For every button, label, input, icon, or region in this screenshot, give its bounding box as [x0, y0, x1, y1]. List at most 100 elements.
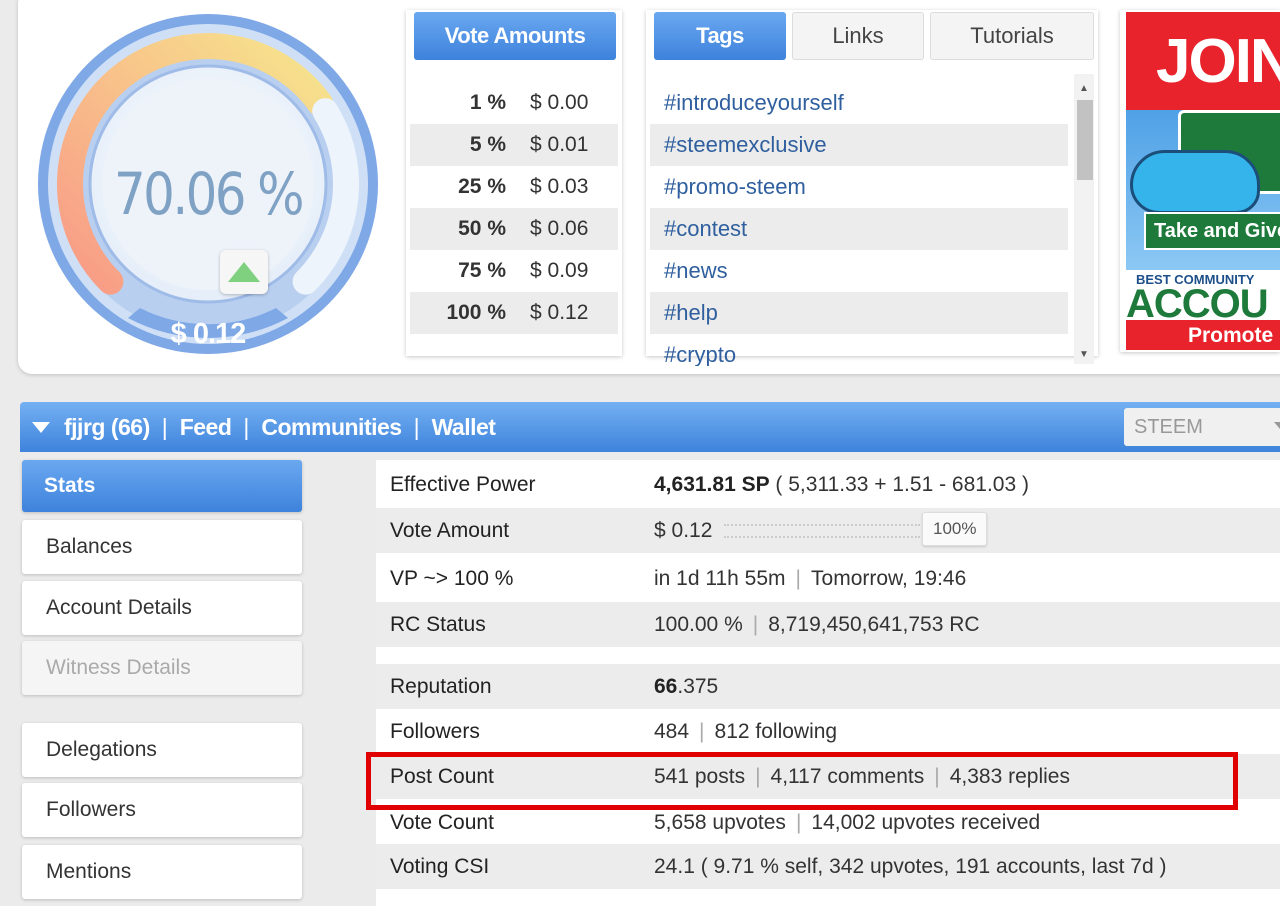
vote-amount-row[interactable]: 100 % $ 0.12	[410, 292, 618, 334]
vote-usd: $ 0.00	[530, 91, 589, 114]
vote-value: $ 0.12	[170, 318, 247, 350]
ad-take-text: Take and Give	[1144, 212, 1280, 250]
upvotes-count: 5,658 upvotes	[654, 810, 786, 834]
stat-label: RC Status	[390, 612, 486, 636]
upvotes-received: 14,002 upvotes received	[811, 810, 1041, 834]
tag-list: #introduceyourself #steemexclusive #prom…	[650, 82, 1068, 366]
sidebar-item-mentions[interactable]: Mentions	[22, 845, 302, 899]
stat-label: Voting CSI	[390, 854, 490, 878]
stat-row-followers: Followers 484 | 812 following	[390, 719, 838, 743]
stat-row-voting-csi: Voting CSI 24.1 ( 9.71 % self, 342 upvot…	[376, 844, 1280, 889]
stat-label: VP ~> 100 %	[390, 566, 514, 590]
rc-amount: 8,719,450,641,753 RC	[768, 612, 980, 636]
vote-usd: $ 0.01	[530, 133, 589, 156]
tab-tags[interactable]: Tags	[654, 12, 786, 60]
vp-recharge-time: in 1d 11h 55m	[654, 566, 786, 590]
vote-amount-row[interactable]: 5 % $ 0.01	[410, 124, 618, 166]
ad-banner[interactable]: JOIN Take and Give BEST COMMUNITY ACCOU …	[1120, 10, 1280, 352]
ad-background: JOIN Take and Give BEST COMMUNITY ACCOU …	[1126, 12, 1280, 350]
vote-percent: 100 %	[446, 301, 506, 324]
tag-link[interactable]: #steemexclusive	[650, 124, 1068, 166]
feed-link[interactable]: Feed	[180, 414, 232, 441]
ad-join-text: JOIN	[1156, 27, 1280, 96]
reputation-dec: .375	[677, 674, 719, 698]
stat-label: Followers	[390, 719, 480, 743]
wallet-link[interactable]: Wallet	[432, 414, 496, 441]
stat-row-rc-status: RC Status 100.00 % | 8,719,450,641,753 RC	[376, 602, 1280, 647]
tab-vote-amounts[interactable]: Vote Amounts	[414, 12, 616, 60]
ad-community-strip: BEST COMMUNITY ACCOU	[1126, 270, 1280, 326]
stat-label: Vote Amount	[390, 518, 510, 542]
sidebar-item-followers[interactable]: Followers	[22, 783, 302, 837]
stat-row-reputation: Reputation 66.375	[376, 664, 1280, 709]
vote-usd: $ 0.06	[530, 217, 589, 240]
ad-account-text: ACCOU	[1126, 282, 1269, 326]
whale-icon	[1130, 150, 1260, 214]
tags-panel: Tags Links Tutorials #introduceyourself …	[646, 10, 1098, 366]
stats-table: Effective Power 4,631.81 SP ( 5,311.33 +…	[376, 460, 1280, 906]
vote-amounts-panel: Vote Amounts 1 % $ 0.00 5 % $ 0.01 25 % $ 0…	[406, 10, 622, 356]
sidebar-item-account-details[interactable]: Account Details	[22, 581, 302, 635]
upvote-button[interactable]	[220, 250, 268, 294]
vote-amount-row[interactable]: 50 % $ 0.06	[410, 208, 618, 250]
account-name-link[interactable]: fjjrg (66)	[64, 414, 150, 441]
tag-link[interactable]: #contest	[650, 208, 1068, 250]
vote-percent: 50 %	[458, 217, 506, 240]
effective-power-value: 4,631.81 SP	[654, 472, 770, 496]
ad-illustration: Take and Give	[1126, 110, 1280, 270]
vote-amount-row[interactable]: 25 % $ 0.03	[410, 166, 618, 208]
stat-row-vp: VP ~> 100 % in 1d 11h 55m | Tomorrow, 19:4…	[390, 566, 967, 590]
vote-weight-tooltip: 100%	[922, 512, 988, 546]
tag-link[interactable]: #crypto	[650, 334, 1068, 366]
effective-power-detail: ( 5,311.33 + 1.51 - 681.03 )	[769, 472, 1029, 496]
separator: |	[161, 413, 168, 440]
currency-value: STEEM	[1134, 415, 1203, 438]
sidebar-item-witness-details: Witness Details	[22, 641, 302, 695]
vp-full-at: Tomorrow, 19:46	[811, 566, 967, 590]
tag-list-scrollbar[interactable]: ▲ ▼	[1074, 74, 1094, 364]
vote-weight-slider[interactable]	[724, 523, 921, 538]
ad-promote-text: Promote	[1188, 324, 1274, 347]
tag-link[interactable]: #help	[650, 292, 1068, 334]
caret-down-icon[interactable]	[32, 421, 50, 433]
vote-percent: 1 %	[469, 91, 506, 114]
currency-select[interactable]: STEEM	[1124, 408, 1280, 446]
highlight-box	[366, 752, 1238, 810]
stat-label: Vote Count	[390, 810, 494, 834]
tag-link[interactable]: #news	[650, 250, 1068, 292]
followers-count: 484	[654, 719, 690, 743]
communities-link[interactable]: Communities	[261, 414, 402, 441]
tab-tutorials[interactable]: Tutorials	[930, 12, 1094, 60]
reputation-int: 66	[654, 674, 678, 698]
sidebar-item-stats[interactable]: Stats	[22, 460, 302, 512]
vote-percent: 25 %	[458, 175, 506, 198]
stat-row-effective-power: Effective Power 4,631.81 SP ( 5,311.33 +…	[376, 462, 1280, 507]
scroll-down-arrow-icon[interactable]: ▼	[1074, 344, 1094, 364]
account-bar: fjjrg (66) | Feed | Communities | Wallet…	[20, 402, 1280, 452]
sidebar-item-balances[interactable]: Balances	[22, 520, 302, 574]
stat-row-vote-amount: Vote Amount $ 0.12	[376, 508, 1280, 553]
sidebar-item-delegations[interactable]: Delegations	[22, 723, 302, 777]
stat-label: Effective Power	[390, 472, 536, 496]
chevron-down-icon	[1274, 422, 1280, 429]
voting-power-gauge: 70.06 % $ 0.12	[36, 12, 380, 356]
vote-amount-value: $ 0.12	[654, 518, 713, 542]
vote-amount-row[interactable]: 1 % $ 0.00	[410, 82, 618, 124]
tag-link[interactable]: #promo-steem	[650, 166, 1068, 208]
separator: |	[413, 413, 420, 440]
following-count: 812 following	[714, 719, 838, 743]
rc-percent: 100.00 %	[654, 612, 743, 636]
scroll-thumb[interactable]	[1077, 100, 1093, 180]
vote-amount-row[interactable]: 75 % $ 0.09	[410, 250, 618, 292]
stat-label: Reputation	[390, 674, 492, 698]
vote-usd: $ 0.03	[530, 175, 589, 198]
voting-csi-value: 24.1 ( 9.71 % self, 342 upvotes, 191 acc…	[654, 854, 1167, 878]
tab-links[interactable]: Links	[792, 12, 924, 60]
separator: |	[243, 413, 250, 440]
scroll-up-arrow-icon[interactable]: ▲	[1074, 78, 1094, 98]
tag-link[interactable]: #introduceyourself	[650, 82, 1068, 124]
vote-usd: $ 0.12	[530, 301, 589, 324]
vote-amounts-list: 1 % $ 0.00 5 % $ 0.01 25 % $ 0.03 50 % $ 0.0…	[410, 82, 618, 334]
vote-usd: $ 0.09	[530, 259, 589, 282]
triangle-up-icon	[228, 262, 260, 282]
